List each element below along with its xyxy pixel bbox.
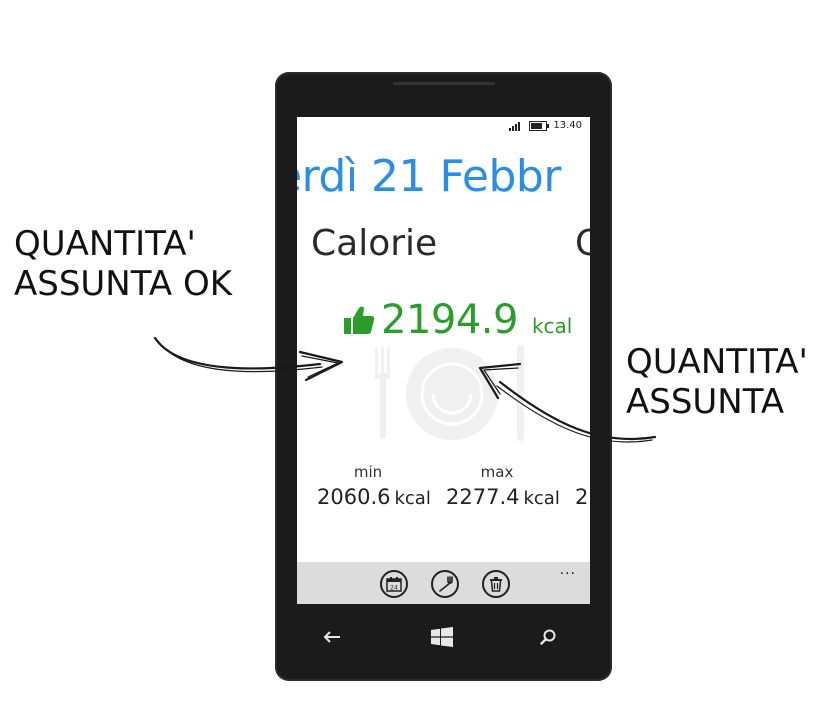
min-value-unit: kcal <box>394 488 431 509</box>
windows-icon <box>431 627 453 647</box>
calendar-icon: 24 <box>386 577 402 592</box>
fork-icon <box>439 576 453 592</box>
pivot-title[interactable]: erdì 21 Febbr <box>297 151 561 202</box>
calorie-intake-unit: kcal <box>531 314 573 338</box>
hardware-nav-bar <box>275 622 612 652</box>
back-button[interactable] <box>317 622 347 652</box>
max-label: max <box>480 463 514 481</box>
max-value: 2277.4 kcal <box>446 485 560 509</box>
max-value-unit: kcal <box>523 488 560 509</box>
calorie-intake: 2194.9 kcal <box>343 297 572 343</box>
partial-value-number: 2 <box>575 485 589 509</box>
calorie-intake-value: 2194.9 <box>381 297 518 343</box>
delete-button[interactable] <box>482 570 510 598</box>
calendar-button[interactable]: 24 <box>380 570 408 598</box>
annotation-right-line1: QUANTITA' <box>626 342 808 382</box>
status-time: 13.40 <box>553 120 582 131</box>
trash-icon <box>490 577 502 592</box>
phone-screen: 13.40 erdì 21 Febbr Calorie C 2194.9 kca… <box>297 117 590 604</box>
more-button[interactable]: ... <box>560 562 576 578</box>
thumbs-up-icon <box>344 306 375 334</box>
search-icon <box>540 629 556 645</box>
annotation-right: QUANTITA' ASSUNTA <box>626 342 808 422</box>
min-value-number: 2060.6 <box>317 485 391 509</box>
annotation-left-line1: QUANTITA' <box>14 224 196 264</box>
min-label: min <box>353 463 383 481</box>
status-bar: 13.40 <box>509 120 582 131</box>
section-header-next[interactable]: C <box>575 223 590 264</box>
plate-icon <box>375 345 524 441</box>
fork-button[interactable] <box>431 570 459 598</box>
annotation-right-line2: ASSUNTA <box>626 382 785 422</box>
back-icon <box>323 631 340 643</box>
signal-icon <box>509 121 521 131</box>
start-button[interactable] <box>427 622 457 652</box>
section-header-calorie[interactable]: Calorie <box>311 223 437 264</box>
battery-icon <box>529 120 550 131</box>
calendar-day: 24 <box>390 585 398 592</box>
app-bar: 24 ... <box>297 562 590 604</box>
search-button[interactable] <box>533 622 563 652</box>
annotation-left: QUANTITA' ASSUNTA OK <box>14 224 232 304</box>
phone-frame: 13.40 erdì 21 Febbr Calorie C 2194.9 kca… <box>275 72 612 681</box>
min-value: 2060.6 kcal <box>317 485 431 509</box>
annotation-left-line2: ASSUNTA OK <box>14 264 232 304</box>
phone-speaker <box>393 82 495 85</box>
max-value-number: 2277.4 <box>446 485 520 509</box>
partial-value: 2 <box>575 485 588 509</box>
